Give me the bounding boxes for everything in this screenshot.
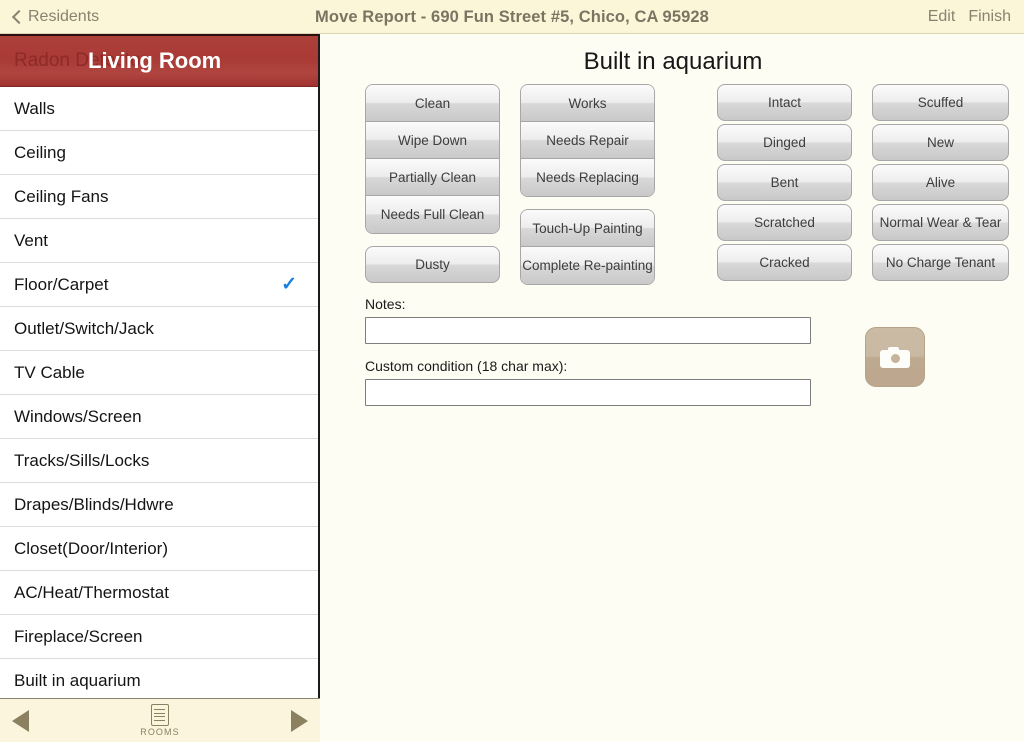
room-item-label: Outlet/Switch/Jack [14,318,154,338]
edit-button[interactable]: Edit [928,8,956,26]
condition-button-group: Works Needs Repair Needs Replacing [520,84,655,197]
condition-button[interactable]: New [872,124,1009,161]
detail-title: Built in aquarium [583,48,763,75]
room-item-list: Walls✓Ceiling✓Ceiling Fans✓Vent✓Floor/Ca… [0,87,318,698]
condition-button-group: Touch-Up Painting Complete Re-painting [520,209,655,285]
room-item-label: Fireplace/Screen [14,626,143,646]
room-item-label: TV Cable [14,362,85,382]
room-item-row[interactable]: Ceiling Fans✓ [0,175,318,219]
room-item-label: Walls [14,98,55,118]
room-item-label: Floor/Carpet [14,274,109,294]
condition-button[interactable]: Dusty [365,246,500,283]
condition-button[interactable]: Needs Replacing [521,159,654,196]
room-item-label: Drapes/Blinds/Hdwre [14,494,174,514]
condition-column-damage: Intact Dinged Bent Scratched Cracked [717,84,852,284]
room-item-row[interactable]: Tracks/Sills/Locks✓ [0,439,318,483]
condition-button[interactable]: Alive [872,164,1009,201]
condition-button[interactable]: Intact [717,84,852,121]
condition-button[interactable]: Needs Repair [521,122,654,159]
condition-button[interactable]: Scratched [717,204,852,241]
page-title: Move Report - 690 Fun Street #5, Chico, … [315,7,709,26]
condition-button[interactable]: Needs Full Clean [366,196,499,233]
room-items-sidebar: Radon Detector Living Room Walls✓Ceiling… [0,34,320,698]
condition-button[interactable]: Cracked [717,244,852,281]
room-item-label: Ceiling Fans [14,186,109,206]
room-header-title: Living Room [88,48,222,73]
condition-button[interactable]: Bent [717,164,852,201]
rooms-list-icon [150,704,169,726]
room-item-label: Built in aquarium [14,670,141,690]
room-item-label: Windows/Screen [14,406,142,426]
condition-button[interactable]: Works [521,85,654,122]
condition-button[interactable]: Normal Wear & Tear [872,204,1009,241]
room-item-row[interactable]: Built in aquarium✓ [0,659,318,698]
condition-button[interactable]: Complete Re-painting [521,247,654,284]
custom-condition-label: Custom condition (18 char max): [365,358,568,374]
room-item-row[interactable]: Ceiling✓ [0,131,318,175]
condition-button-group: Clean Wipe Down Partially Clean Needs Full … [365,84,500,234]
condition-column-condition: Scuffed New Alive Normal Wear & Tear No Char… [872,84,1009,284]
room-item-row[interactable]: Windows/Screen✓ [0,395,318,439]
top-bar-actions: Edit Finish [928,0,1011,34]
previous-arrow-icon[interactable] [12,709,29,732]
room-item-label: Vent [14,230,49,250]
room-item-row[interactable]: Walls✓ [0,87,318,131]
condition-button[interactable]: Dinged [717,124,852,161]
condition-button[interactable]: Wipe Down [366,122,499,159]
bottom-toolbar: ROOMS [0,698,320,742]
camera-button[interactable] [865,327,925,387]
rooms-button-label: ROOMS [140,727,180,737]
room-item-row[interactable]: AC/Heat/Thermostat✓ [0,571,318,615]
condition-column-function: Works Needs Repair Needs Replacing Touch-Up… [520,84,655,297]
room-item-label: Ceiling [14,142,66,162]
room-item-row[interactable]: Vent✓ [0,219,318,263]
notes-label: Notes: [365,296,406,312]
room-item-row[interactable]: Closet(Door/Interior)✓ [0,527,318,571]
room-header: Radon Detector Living Room [0,34,318,87]
checkmark-icon: ✓ [281,274,297,295]
room-item-row[interactable]: TV Cable✓ [0,351,318,395]
condition-button[interactable]: Scuffed [872,84,1009,121]
room-item-label: Closet(Door/Interior) [14,538,168,558]
detail-panel: Built in aquarium Clean Wipe Down Partiall… [322,34,1024,742]
room-item-row[interactable]: Drapes/Blinds/Hdwre✓ [0,483,318,527]
notes-input[interactable] [365,317,811,344]
custom-condition-input[interactable] [365,379,811,406]
app-root: Residents Move Report - 690 Fun Street #… [0,0,1024,742]
condition-column-cleanliness: Clean Wipe Down Partially Clean Needs Full … [365,84,500,286]
room-item-label: AC/Heat/Thermostat [14,582,169,602]
room-item-label: Tracks/Sills/Locks [14,450,150,470]
rooms-button[interactable]: ROOMS [140,704,180,737]
notes-form: Notes: Custom condition (18 char max): [365,296,813,420]
room-item-row[interactable]: Fireplace/Screen✓ [0,615,318,659]
condition-button[interactable]: Clean [366,85,499,122]
next-arrow-icon[interactable] [290,709,308,732]
top-navigation-bar: Residents Move Report - 690 Fun Street #… [0,0,1024,34]
camera-icon [880,346,910,368]
finish-button[interactable]: Finish [968,8,1011,26]
condition-button[interactable]: No Charge Tenant [872,244,1009,281]
room-item-row[interactable]: Outlet/Switch/Jack✓ [0,307,318,351]
room-item-row[interactable]: Floor/Carpet ✓ [0,263,318,307]
condition-button[interactable]: Touch-Up Painting [521,210,654,247]
condition-button[interactable]: Partially Clean [366,159,499,196]
